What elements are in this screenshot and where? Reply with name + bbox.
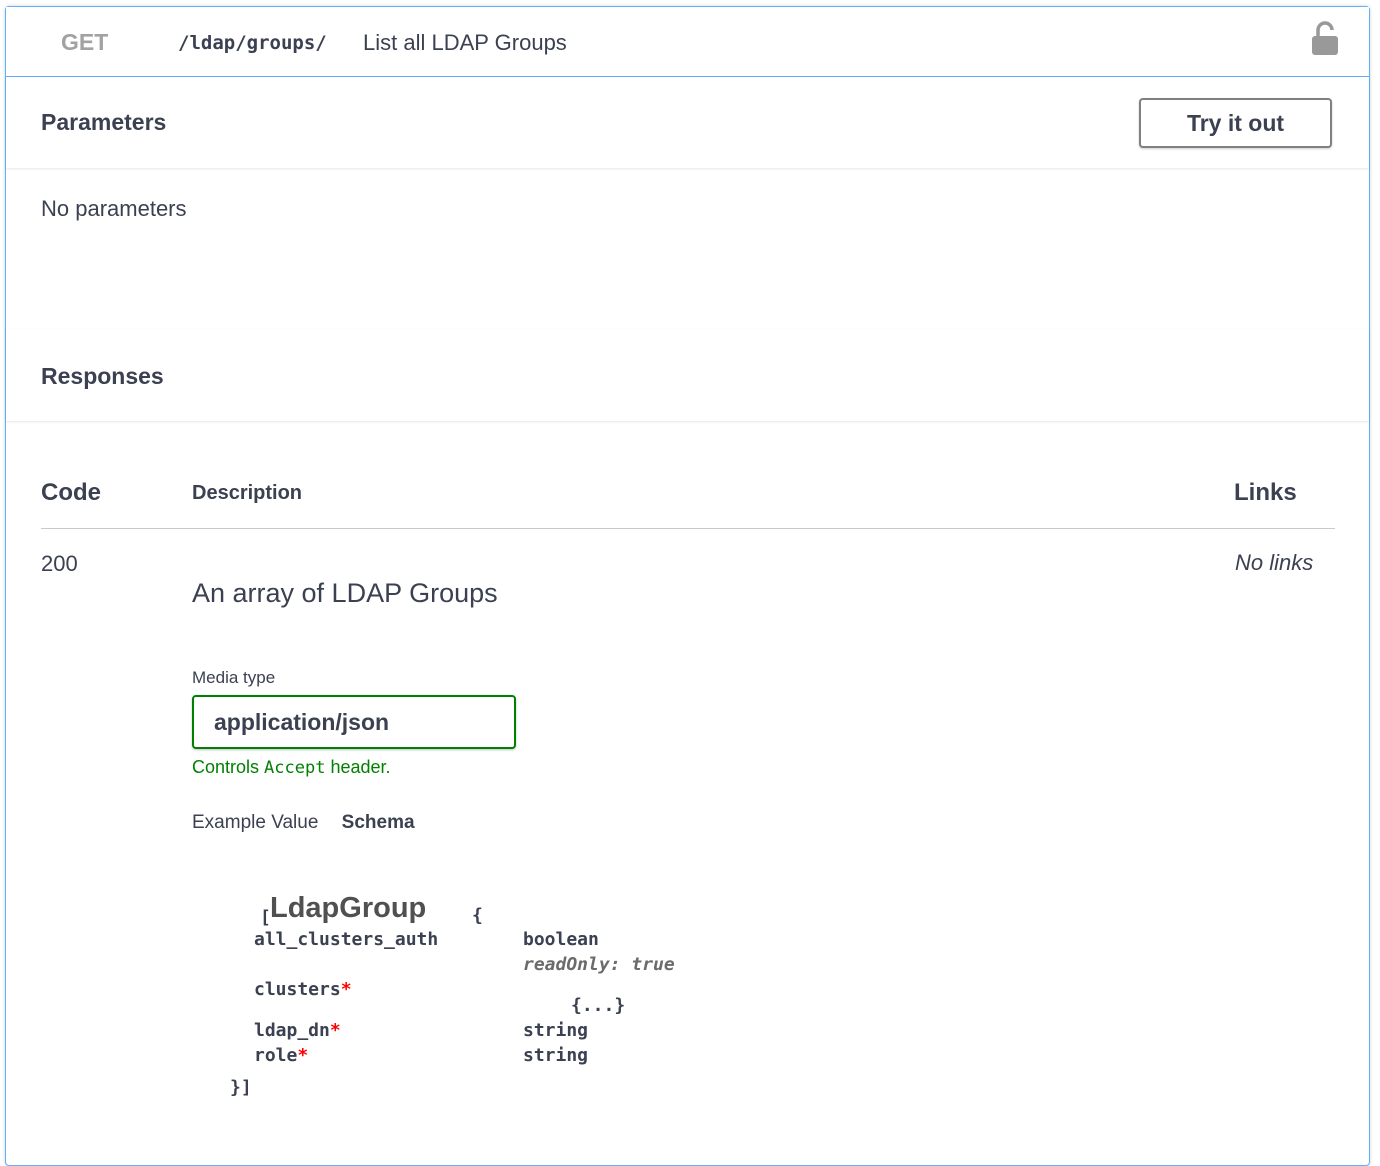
unlocked-lock-icon[interactable] [1310, 21, 1340, 57]
column-header-code: Code [41, 479, 101, 506]
endpoint-path: /ldap/groups/ [178, 32, 327, 54]
schema-property-type: boolean [523, 929, 599, 950]
table-divider [41, 528, 1335, 529]
http-method: GET [61, 29, 109, 55]
column-header-description: Description [192, 482, 303, 504]
schema-property-name: all_clusters_auth [254, 929, 439, 950]
schema-property-name: clusters* [254, 979, 352, 1000]
controls-accept-note: Controls Accept header. [192, 757, 391, 778]
response-description: An array of LDAP Groups [192, 578, 498, 608]
schema-close: }] [230, 1077, 252, 1098]
operation-block: GET /ldap/groups/ List all LDAP Groups P… [5, 6, 1370, 1166]
no-parameters-text: No parameters [41, 196, 187, 221]
responses-title: Responses [41, 363, 164, 389]
accept-header-code: Accept [264, 758, 326, 778]
schema-property-type: string [523, 1020, 589, 1041]
tab-example-value[interactable]: Example Value [192, 812, 318, 834]
media-type-select[interactable]: application/json [192, 695, 516, 749]
schema-model-name[interactable]: LdapGroup [270, 892, 426, 925]
media-type-label: Media type [192, 668, 276, 687]
no-links-text: No links [1235, 550, 1314, 575]
schema-property-note: readOnly: true [523, 954, 675, 975]
schema-property-expand[interactable]: {...} [571, 995, 625, 1016]
parameters-title: Parameters [41, 109, 167, 135]
schema-property-name: role* [254, 1045, 309, 1066]
media-type-value: application/json [214, 709, 390, 735]
operation-summary[interactable]: GET /ldap/groups/ List all LDAP Groups [6, 7, 1369, 77]
schema-property-name: ldap_dn* [254, 1020, 341, 1041]
operation-description: List all LDAP Groups [363, 30, 567, 55]
try-it-out-button[interactable]: Try it out [1139, 98, 1332, 148]
schema-open-brace: { [472, 905, 483, 926]
example-schema-tabs: Example Value Schema [192, 812, 433, 834]
schema-property-type: string [523, 1045, 589, 1066]
parameters-header: Parameters Try it out [6, 77, 1369, 168]
column-header-links: Links [1234, 479, 1297, 506]
response-code: 200 [41, 551, 78, 576]
tab-schema[interactable]: Schema [342, 812, 415, 834]
responses-header: Responses [6, 329, 1369, 421]
